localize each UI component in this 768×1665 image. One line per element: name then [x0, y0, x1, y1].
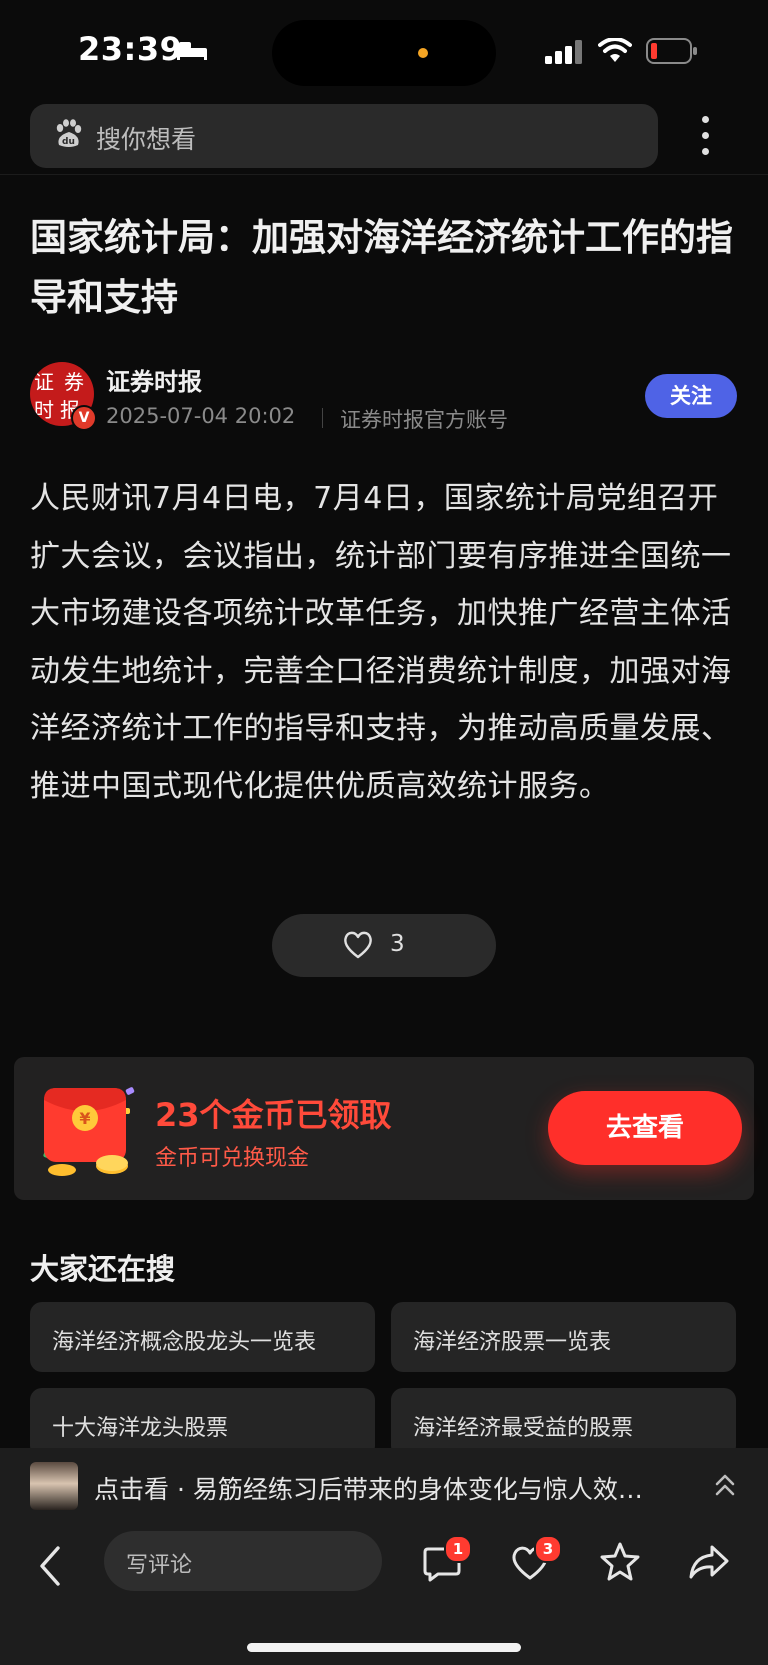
related-search-chip[interactable]: 海洋经济股票一览表 [391, 1302, 736, 1372]
divider [0, 174, 768, 175]
cellular-signal-icon [545, 40, 582, 64]
related-search-chip[interactable]: 海洋经济概念股龙头一览表 [30, 1302, 375, 1372]
privacy-indicator [418, 48, 428, 58]
red-envelope-icon: ¥ [43, 1087, 135, 1176]
wifi-icon [598, 38, 632, 62]
yuan-symbol: ¥ [79, 1109, 90, 1128]
star-favorite-icon[interactable] [599, 1541, 641, 1581]
like-count-badge: 3 [534, 1535, 562, 1563]
avatar-char: 证 [34, 370, 54, 394]
article-body: 人民财讯7月4日电，7月4日，国家统计局党组召开扩大会议，会议指出，统计部门要有… [30, 481, 732, 804]
related-searches-heading: 大家还在搜 [30, 1252, 176, 1286]
search-input[interactable]: 搜你想看 [96, 120, 196, 156]
baidu-paw-icon: du [56, 119, 82, 147]
verified-badge-icon: V [71, 405, 97, 431]
divider [322, 408, 323, 428]
comment-count-badge: 1 [444, 1535, 472, 1563]
avatar-char: 券 [64, 370, 84, 394]
follow-button[interactable]: 关注 [645, 374, 737, 418]
heart-icon [344, 931, 372, 959]
like-count: 3 [390, 931, 405, 957]
chip-label: 十大海洋龙头股票 [52, 1416, 229, 1441]
svg-text:du: du [62, 137, 75, 147]
author-name[interactable]: 证券时报 [106, 362, 202, 397]
chip-label: 海洋经济股票一览表 [413, 1330, 612, 1355]
promo-thumbnail[interactable] [30, 1462, 78, 1510]
comment-placeholder: 写评论 [126, 1553, 193, 1578]
coin-title: 23个金币已领取 [155, 1096, 392, 1134]
publish-date: 2025-07-04 20:02 [106, 404, 296, 428]
back-arrow-icon[interactable] [36, 1544, 66, 1588]
coin-subtitle: 金币可兑换现金 [155, 1146, 310, 1171]
chip-label: 海洋经济最受益的股票 [413, 1416, 634, 1441]
home-indicator [247, 1643, 521, 1652]
source-label: 证券时报官方账号 [340, 408, 508, 432]
dynamic-island [272, 20, 496, 86]
status-time: 23:39 [78, 30, 183, 68]
battery-low-icon [646, 38, 697, 64]
like-button[interactable] [272, 914, 496, 977]
share-icon[interactable] [688, 1543, 730, 1581]
chip-label: 海洋经济概念股龙头一览表 [52, 1330, 317, 1355]
article-title: 国家统计局：加强对海洋经济统计工作的指导和支持 [30, 216, 733, 319]
more-options-icon[interactable] [702, 116, 710, 156]
chevron-up-double-icon[interactable] [713, 1472, 737, 1498]
sleep-focus-icon [177, 42, 207, 60]
promo-link[interactable]: 点击看 · 易筋经练习后带来的身体变化与惊人效… [94, 1470, 694, 1506]
view-coins-button[interactable]: 去查看 [548, 1091, 742, 1165]
avatar-char: 时 [34, 398, 54, 422]
